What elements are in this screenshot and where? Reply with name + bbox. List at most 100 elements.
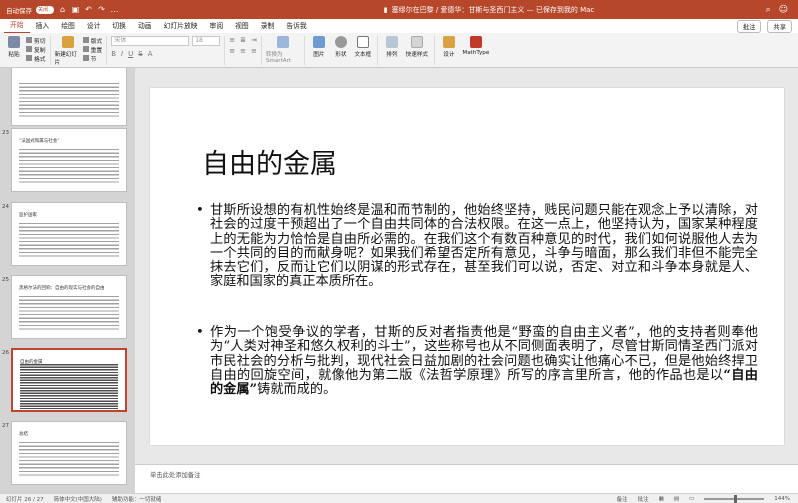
document-icon: ▮ [383, 5, 388, 14]
align-left-icon[interactable]: ≡ [229, 47, 235, 55]
section-button[interactable]: 节 [82, 54, 103, 63]
layout-button[interactable]: 版式 [82, 36, 102, 45]
format-painter-button[interactable]: 格式 [26, 54, 46, 63]
document-title: ▮ 塞缪尔在巴黎 / 爱德华：甘斯与圣西门主义 — 已保存到我的 Mac [300, 5, 678, 15]
font-size-select[interactable]: 18 [192, 36, 221, 46]
quick-access-toolbar: 自动保存 关闭 ⌂ ▣ ↶ ↷ … [0, 5, 300, 15]
thumbnail-number: 26 [2, 350, 9, 356]
search-icon[interactable]: ⌕ [766, 5, 771, 15]
zoom-slider[interactable] [704, 494, 765, 503]
arrange-icon [385, 36, 398, 48]
reset-icon [82, 46, 89, 52]
paste-button[interactable]: 粘贴 [4, 36, 24, 58]
zoom-level[interactable]: 144% [774, 496, 790, 502]
autosave-label: 自动保存 [6, 6, 32, 15]
tab-7[interactable]: 审阅 [204, 19, 230, 33]
normal-view-icon[interactable]: ▦ [659, 496, 664, 502]
sorter-view-icon[interactable]: ▤ [674, 496, 679, 502]
slide-thumbnail[interactable] [11, 68, 127, 126]
align-center-icon[interactable]: ≡ [240, 47, 246, 55]
bullet-paragraph-1[interactable]: 甘斯所设想的有机性始终是温和而节制的，他始终坚持，贱民问题只能在观念上予以清除，… [196, 203, 758, 290]
slide-thumbnail[interactable]: 监护国家 [11, 202, 127, 266]
clipboard-group: 粘贴 剪切 复制 格式 [4, 36, 51, 65]
bullets-icon[interactable]: ≡ [229, 36, 235, 44]
undo-icon[interactable]: ↶ [84, 5, 93, 14]
slide-canvas[interactable]: 自由的金属 甘斯所设想的有机性始终是温和而节制的，他始终坚持，贱民问题只能在观念… [150, 88, 784, 445]
notes-placeholder: 单击此处添加备注 [150, 472, 201, 479]
slide-thumbnail-panel[interactable]: 23 “法国式和属与社会” 24 监护国家 25 黑格尔法的回响：自由的现实与社会的自由 2… [0, 68, 135, 493]
copy-button[interactable]: 复制 [26, 45, 46, 54]
slide-counter: 幻灯片 26 / 27 [6, 496, 44, 503]
new-slide-button[interactable]: 新建幻灯片 [55, 36, 81, 66]
align-right-icon[interactable]: ≡ [251, 47, 257, 55]
tab-10[interactable]: 告诉我 [280, 19, 312, 33]
font-group: 宋体 18 B I U S A [111, 36, 226, 65]
slide-thumbnail[interactable]: 自由的金属 [11, 348, 127, 412]
designer-button[interactable]: 设计 [439, 36, 459, 58]
tab-0[interactable]: 开始 [4, 18, 30, 34]
numbering-icon[interactable]: ≣ [240, 36, 246, 44]
home-icon[interactable]: ⌂ [58, 5, 67, 14]
textbox-button[interactable]: 文本框 [353, 36, 373, 58]
ribbon: 粘贴 剪切 复制 格式 新建幻灯片 版式 重置 节 宋体 18 B I U S … [0, 33, 798, 68]
slide-thumbnail[interactable]: 总结 [11, 421, 127, 485]
notes-pane[interactable]: 单击此处添加备注 [135, 464, 798, 493]
redo-icon[interactable]: ↷ [97, 5, 106, 14]
copy-icon [26, 46, 32, 52]
menu-right-actions: 批注 共享 [736, 19, 798, 33]
cut-button[interactable]: 剪切 [26, 36, 46, 45]
underline-icon[interactable]: U [128, 50, 133, 58]
tab-1[interactable]: 插入 [30, 19, 56, 33]
italic-icon[interactable]: I [121, 50, 123, 58]
window-actions: ⌕ ☺ [678, 5, 798, 15]
tab-5[interactable]: 动画 [132, 19, 158, 33]
font-color-icon[interactable]: A [148, 50, 153, 58]
format-buttons: B I U S A [111, 50, 152, 58]
mathtype-label: MathType [462, 50, 490, 56]
thumbnail-title: 总结 [19, 432, 28, 437]
tab-2[interactable]: 绘图 [55, 19, 81, 33]
ribbon-tabs: 开始 插入 绘图 设计 切换 动画 幻灯片放映 审阅 视图 录制 告诉我 批注 共享 [0, 18, 798, 34]
tab-3[interactable]: 设计 [81, 19, 107, 33]
thumbnail-text-lines [20, 364, 118, 409]
mathtype-button[interactable]: MathType [461, 36, 491, 56]
comments-button[interactable]: 批注 [736, 19, 762, 33]
accessibility-status[interactable]: 辅助功能：一切就绪 [112, 495, 162, 503]
convert-smartart-button[interactable]: 转换为 SmartArt [266, 36, 300, 64]
font-family-select[interactable]: 宋体 [111, 36, 190, 46]
bullet-paragraph-2[interactable]: 作为一个饱受争议的学者，甘斯的反对者指责他是“野蛮的自由主义者”，他的支持者则奉… [196, 325, 758, 397]
comments-toggle[interactable]: 批注 [638, 495, 649, 503]
quick-styles-label: 快速样式 [405, 52, 429, 58]
language-indicator[interactable]: 简体中文(中国大陆) [54, 495, 102, 503]
thumbnail-text-lines [19, 223, 119, 259]
paste-icon [8, 36, 20, 48]
share-button[interactable]: 共享 [767, 19, 792, 33]
more-icon[interactable]: … [110, 5, 119, 14]
autosave-toggle[interactable]: 关闭 [36, 5, 54, 14]
notes-toggle[interactable]: 备注 [617, 495, 628, 503]
picture-button[interactable]: 图片 [309, 36, 329, 58]
reading-view-icon[interactable]: ▭ [689, 496, 694, 502]
strikethrough-icon[interactable]: S [138, 50, 142, 58]
shape-label: 形状 [335, 52, 347, 58]
thumbnail-text-lines [19, 83, 119, 119]
quick-styles-button[interactable]: 快速样式 [404, 36, 430, 58]
tab-9[interactable]: 录制 [255, 19, 281, 33]
indent-icon[interactable]: ⇥ [251, 36, 257, 44]
smartart-icon [276, 36, 289, 48]
thumbnail-number: 23 [2, 130, 9, 136]
slide-thumbnail[interactable]: 黑格尔法的回响：自由的现实与社会的自由 [11, 275, 127, 339]
tab-8[interactable]: 视图 [229, 19, 255, 33]
tab-4[interactable]: 切换 [106, 19, 132, 33]
shape-icon [334, 36, 347, 48]
account-icon[interactable]: ☺ [779, 5, 788, 15]
save-icon[interactable]: ▣ [71, 5, 80, 14]
reset-button[interactable]: 重置 [82, 45, 102, 54]
tab-6[interactable]: 幻灯片放映 [158, 19, 204, 33]
arrange-button[interactable]: 排列 [382, 36, 402, 58]
bold-icon[interactable]: B [111, 50, 116, 58]
slide-title[interactable]: 自由的金属 [202, 142, 337, 181]
paragraph-group: ≡ ≣ ⇥ ≡ ≡ ≡ [229, 36, 262, 65]
shape-button[interactable]: 形状 [331, 36, 351, 58]
slide-thumbnail[interactable]: “法国式和属与社会” [11, 128, 127, 192]
